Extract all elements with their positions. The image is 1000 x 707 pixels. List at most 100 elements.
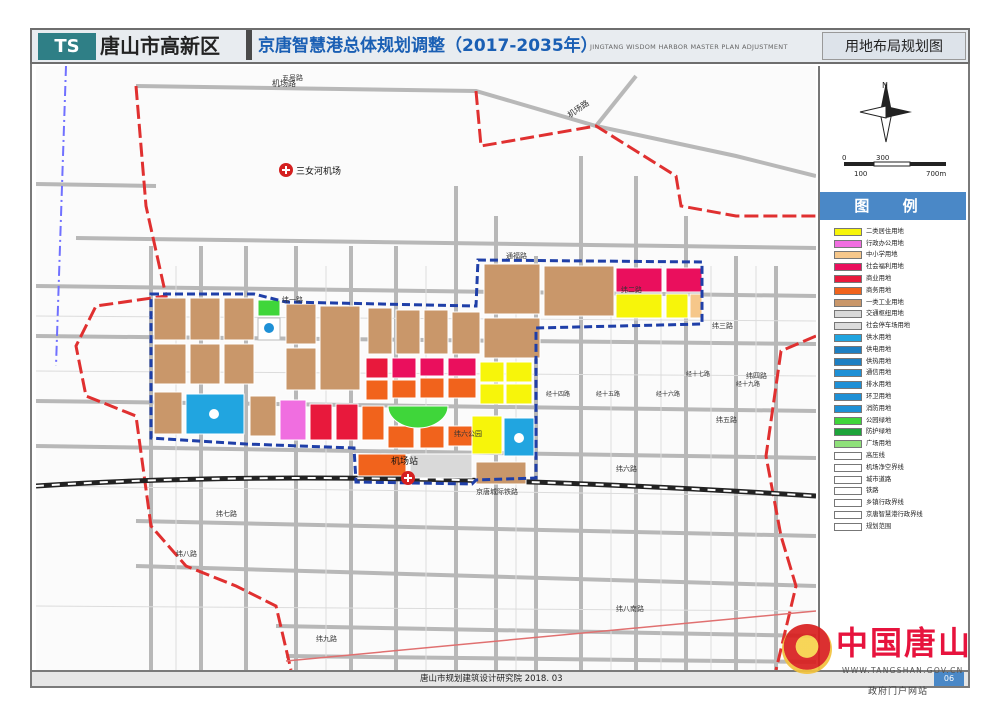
road-label: 纬一路 [282, 295, 303, 304]
road-label: 纬四路 [746, 371, 767, 380]
road-label: 通福路 [506, 251, 527, 260]
legend-swatch [834, 428, 862, 437]
legend-swatch [834, 345, 862, 354]
legend-item: 社会福利用地 [834, 261, 964, 273]
legend-item: 公园绿地 [834, 415, 964, 427]
road-label: 纬八路 [176, 549, 197, 558]
scale-label: 700m [926, 170, 946, 178]
legend-item: 排水用地 [834, 379, 964, 391]
utility-icon [264, 323, 274, 333]
legend-label: 铁路 [866, 487, 879, 495]
legend-item: 铁路 [834, 486, 964, 498]
legend-swatch [834, 416, 862, 425]
legend-swatch [834, 334, 862, 343]
legend-label: 防护绿地 [866, 428, 892, 436]
legend-label: 供电用地 [866, 345, 892, 353]
legend-swatch [834, 463, 862, 472]
legend-item: 供电用地 [834, 344, 964, 356]
legend-label: 排水用地 [866, 381, 892, 389]
legend-list: 二类居住用地 行政办公用地 中小学用地 社会福利用地 商业用地 商务用地 一类工业用地 交通枢… [834, 226, 964, 533]
legend-item: 京唐智慧港行政界线 [834, 509, 964, 521]
scale-label: 300 [876, 154, 889, 162]
legend-item: 广场用地 [834, 438, 964, 450]
legend-swatch [834, 522, 862, 531]
legend-item: 消防用地 [834, 403, 964, 415]
road-label: 经十七路 [686, 370, 710, 378]
legend-item: 一类工业用地 [834, 297, 964, 309]
road-label: 经十六路 [656, 390, 680, 398]
legend-swatch [834, 239, 862, 248]
legend-swatch [834, 298, 862, 307]
legend-label: 机场净空界线 [866, 463, 904, 471]
road-label: 纬二路 [621, 285, 642, 294]
legend-item: 城市道路 [834, 474, 964, 486]
legend-label: 通信用地 [866, 369, 892, 377]
legend-item: 商业用地 [834, 273, 964, 285]
road-label: 纬九路 [316, 634, 337, 643]
water-supply-icon [209, 409, 219, 419]
legend-swatch [834, 381, 862, 390]
legend-label: 商业用地 [866, 275, 892, 283]
legend-label: 社会停车场用地 [866, 322, 911, 330]
header-divider [246, 30, 252, 60]
legend-item: 商务用地 [834, 285, 964, 297]
legend-item: 高压线 [834, 450, 964, 462]
legend-swatch [834, 404, 862, 413]
watermark-url: WWW.TANGSHAN.GOV.CN [842, 666, 964, 675]
road-label: 经十九路 [736, 380, 760, 388]
legend-swatch [834, 322, 862, 331]
legend-label: 一类工业用地 [866, 298, 904, 306]
north-arrow-icon: N [859, 81, 912, 143]
legend-item: 行政办公用地 [834, 238, 964, 250]
map-title: 用地布局规划图 [822, 32, 966, 60]
legend-heading: 图 例 [820, 192, 966, 220]
legend-label: 商务用地 [866, 286, 892, 294]
legend-swatch [834, 310, 862, 319]
legend-swatch [834, 499, 862, 508]
map-canvas: 五号路 机场路 机场路 三女河机场 机场站 京唐城际铁路 通福路 纬一路 纬二路… [36, 66, 816, 670]
park-label: 纬六公园 [454, 429, 482, 438]
legend-swatch [834, 440, 862, 449]
legend-swatch [834, 275, 862, 284]
road-label: 纬七路 [216, 509, 237, 518]
legend-swatch [834, 263, 862, 272]
scale-label: 0 [842, 154, 846, 162]
legend-label: 京唐智慧港行政界线 [866, 511, 923, 519]
road-label: 机场路 [565, 98, 590, 120]
legend-label: 消防用地 [866, 404, 892, 412]
township-boundary [55, 66, 67, 367]
watermark-subtitle: 政府门户网站 [868, 687, 929, 697]
station-label: 机场站 [391, 455, 418, 467]
scale-bar: 0 100 300 700m [842, 154, 946, 178]
legend-swatch [834, 475, 862, 484]
legend-swatch [834, 251, 862, 260]
legend-item: 防护绿地 [834, 427, 964, 439]
legend-swatch [834, 393, 862, 402]
legend-swatch [834, 286, 862, 295]
road-label: 纬八南路 [616, 604, 644, 613]
scale-label: 100 [854, 170, 867, 178]
airport-label: 三女河机场 [296, 165, 341, 177]
institute-logo: TS [38, 33, 96, 60]
legend-item: 环卫用地 [834, 391, 964, 403]
road-label: 纬六路 [616, 464, 637, 473]
legend-label: 环卫用地 [866, 393, 892, 401]
legend-label: 公园绿地 [866, 416, 892, 424]
legend-label: 中小学用地 [866, 251, 898, 259]
road-label: 纬三路 [712, 321, 733, 330]
railway-label: 京唐城际铁路 [476, 487, 518, 496]
legend-item: 交通枢纽用地 [834, 309, 964, 321]
legend-label: 高压线 [866, 452, 885, 460]
legend-swatch [834, 227, 862, 236]
legend-label: 行政办公用地 [866, 239, 904, 247]
legend-label: 规划范围 [866, 522, 892, 530]
national-emblem-icon [782, 624, 832, 674]
road-label: 经十四路 [546, 390, 570, 398]
plan-title-english: JINGTANG WISDOM HARBOR MASTER PLAN ADJUS… [590, 43, 788, 51]
legend-label: 供热用地 [866, 357, 892, 365]
admin-boundary-east [764, 334, 816, 670]
legend-swatch [834, 511, 862, 520]
legend-label: 供水用地 [866, 334, 892, 342]
legend-item: 社会停车场用地 [834, 320, 964, 332]
legend-item: 机场净空界线 [834, 462, 964, 474]
